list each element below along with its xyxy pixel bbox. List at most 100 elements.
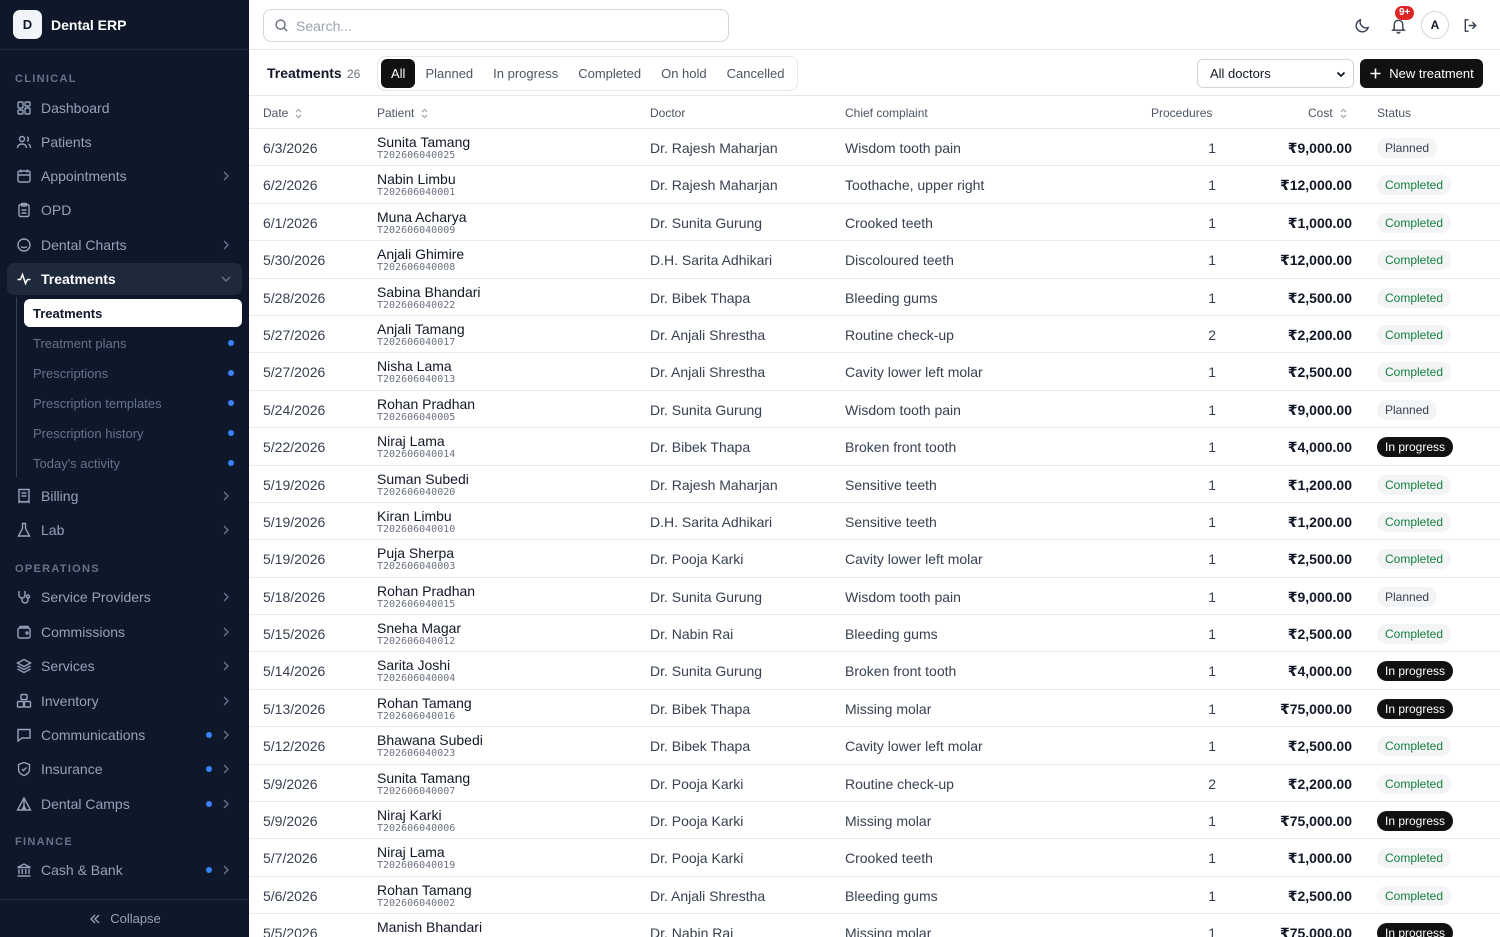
logout-button[interactable] <box>1457 12 1483 38</box>
table-row[interactable]: 5/14/2026 Sarita Joshi T202606040004 Dr. Su… <box>249 652 1500 690</box>
cell-patient-name[interactable]: Rohan Pradhan <box>377 583 475 599</box>
brand-name: Dental ERP <box>51 16 127 33</box>
cell-patient-name[interactable]: Rohan Tamang <box>377 695 472 711</box>
sidebar-item-dental-camps[interactable]: Dental Camps <box>7 788 242 820</box>
section-title-clinical: CLINICAL <box>15 73 77 85</box>
tab-completed[interactable]: Completed <box>568 59 651 88</box>
table-row[interactable]: 5/22/2026 Niraj Lama T202606040014 Dr. Bibe… <box>249 428 1500 466</box>
cell-doctor: Dr. Sunita Gurung <box>650 401 763 418</box>
cell-patient-name[interactable]: Niraj Lama <box>377 433 445 449</box>
table-row[interactable]: 5/19/2026 Kiran Limbu T202606040010 D.H. Sa… <box>249 503 1500 541</box>
sidebar-item-dental-charts[interactable]: Dental Charts <box>7 229 242 261</box>
table-row[interactable]: 6/3/2026 Sunita Tamang T202606040025 Dr. Ra… <box>249 129 1500 167</box>
column-header-cost[interactable]: Cost <box>1308 106 1348 120</box>
table-row[interactable]: 5/9/2026 Sunita Tamang T202606040007 Dr. Po… <box>249 765 1500 803</box>
cell-patient-name[interactable]: Nabin Limbu <box>377 171 456 187</box>
column-header-patient[interactable]: Patient <box>377 106 429 120</box>
sidebar-item-insurance[interactable]: Insurance <box>7 753 242 785</box>
table-row[interactable]: 5/27/2026 Nisha Lama T202606040013 Dr. Anja… <box>249 353 1500 391</box>
cell-date: 5/27/2026 <box>263 364 326 381</box>
table-row[interactable]: 5/6/2026 Rohan Tamang T202606040002 Dr. Anj… <box>249 877 1500 915</box>
cell-patient-name[interactable]: Rohan Tamang <box>377 882 472 898</box>
sidebar-item-label: Services <box>41 658 95 674</box>
table-row[interactable]: 5/5/2026 Manish Bhandari Dr. Nabin Rai Miss… <box>249 914 1500 937</box>
table-row[interactable]: 5/15/2026 Sneha Magar T202606040012 Dr. Nab… <box>249 615 1500 653</box>
cell-patient-name[interactable]: Sabina Bhandari <box>377 284 481 300</box>
table-row[interactable]: 6/2/2026 Nabin Limbu T202606040001 Dr. Raje… <box>249 166 1500 204</box>
sidebar-item-services[interactable]: Services <box>7 650 242 682</box>
cell-patient-name[interactable]: Nisha Lama <box>377 358 452 374</box>
cell-patient-id: T202606040022 <box>377 299 456 311</box>
cell-patient-name[interactable]: Suman Subedi <box>377 471 469 487</box>
table-row[interactable]: 5/24/2026 Rohan Pradhan T202606040005 Dr. S… <box>249 391 1500 429</box>
submenu-item-prescriptions[interactable]: Prescriptions <box>24 359 242 387</box>
table-row[interactable]: 5/19/2026 Suman Subedi T202606040020 Dr. Ra… <box>249 466 1500 503</box>
cell-patient-name[interactable]: Niraj Karki <box>377 807 442 823</box>
table-row[interactable]: 5/28/2026 Sabina Bhandari T202606040022 Dr.… <box>249 279 1500 316</box>
sidebar-item-communications[interactable]: Communications <box>7 719 242 751</box>
cell-patient-name[interactable]: Sunita Tamang <box>377 134 470 150</box>
tab-all[interactable]: All <box>381 59 416 88</box>
sidebar-item-lab[interactable]: Lab <box>7 514 242 546</box>
cell-doctor: Dr. Bibek Thapa <box>650 289 751 306</box>
sidebar-item-opd[interactable]: OPD <box>7 194 242 226</box>
sidebar-item-patients[interactable]: Patients <box>7 126 242 158</box>
cell-cost: ₹2,500.00 <box>1287 364 1352 381</box>
table-row[interactable]: 5/27/2026 Anjali Tamang T202606040017 Dr. A… <box>249 316 1500 354</box>
tab-in-progress[interactable]: In progress <box>483 59 568 88</box>
sidebar-item-dashboard[interactable]: Dashboard <box>7 92 242 124</box>
column-header-date[interactable]: Date <box>263 106 303 120</box>
doctor-filter-select[interactable]: All doctors <box>1197 59 1354 88</box>
status-badge: Completed <box>1377 175 1452 196</box>
submenu-item-treatment-plans[interactable]: Treatment plans <box>24 329 242 357</box>
cell-patient-name[interactable]: Sarita Joshi <box>377 657 450 673</box>
theme-toggle-button[interactable] <box>1349 12 1375 38</box>
cell-patient-name[interactable]: Manish Bhandari <box>377 919 482 935</box>
cell-patient-id: T202606040013 <box>377 374 456 386</box>
cell-patient-name[interactable]: Bhawana Subedi <box>377 732 483 748</box>
submenu-item-prescription-templates[interactable]: Prescription templates <box>24 389 242 417</box>
cell-patient-name[interactable]: Anjali Ghimire <box>377 246 464 262</box>
table-row[interactable]: 5/30/2026 Anjali Ghimire T202606040008 D.H.… <box>249 241 1500 279</box>
table-row[interactable]: 5/18/2026 Rohan Pradhan T202606040015 Dr. S… <box>249 578 1500 616</box>
sidebar-item-commissions[interactable]: Commissions <box>7 616 242 648</box>
submenu-item-todays-activity[interactable]: Today's activity <box>24 449 242 477</box>
cell-doctor: Dr. Rajesh Maharjan <box>650 177 778 194</box>
sidebar-item-appointments[interactable]: Appointments <box>7 160 242 192</box>
search-input[interactable] <box>296 17 716 34</box>
sidebar-item-treatments[interactable]: Treatments <box>7 263 242 295</box>
cell-patient-name[interactable]: Sunita Tamang <box>377 770 470 786</box>
cell-date: 5/15/2026 <box>263 626 326 643</box>
tab-cancelled[interactable]: Cancelled <box>717 59 795 88</box>
search-box[interactable] <box>263 9 729 42</box>
table-row[interactable]: 6/1/2026 Muna Acharya T202606040009 Dr. Sun… <box>249 204 1500 242</box>
table-row[interactable]: 5/9/2026 Niraj Karki T202606040006 Dr. Pooj… <box>249 802 1500 840</box>
submenu-item-treatments[interactable]: Treatments <box>24 299 242 327</box>
cell-patient-name[interactable]: Muna Acharya <box>377 209 467 225</box>
avatar[interactable]: A <box>1421 11 1449 39</box>
submenu-item-prescription-history[interactable]: Prescription history <box>24 419 242 447</box>
users-icon <box>16 134 32 150</box>
brand[interactable]: D Dental ERP <box>0 0 249 50</box>
table-row[interactable]: 5/13/2026 Rohan Tamang T202606040016 Dr. Bi… <box>249 690 1500 728</box>
sidebar-item-service-providers[interactable]: Service Providers <box>7 581 242 613</box>
cell-patient-name[interactable]: Rohan Pradhan <box>377 396 475 412</box>
cell-complaint: Cavity lower left molar <box>845 551 983 568</box>
tab-on-hold[interactable]: On hold <box>651 59 717 88</box>
sidebar-item-inventory[interactable]: Inventory <box>7 685 242 717</box>
table-row[interactable]: 5/7/2026 Niraj Lama T202606040019 Dr. Pooja… <box>249 839 1500 877</box>
cell-patient-name[interactable]: Puja Sherpa <box>377 545 454 561</box>
table-row[interactable]: 5/19/2026 Puja Sherpa T202606040003 Dr. Poo… <box>249 540 1500 578</box>
tab-planned[interactable]: Planned <box>415 59 483 88</box>
sidebar-item-billing[interactable]: Billing <box>7 480 242 512</box>
sidebar-item-cash-bank[interactable]: Cash & Bank <box>7 854 242 886</box>
collapse-button[interactable]: Collapse <box>0 899 249 937</box>
new-treatment-button[interactable]: New treatment <box>1360 59 1483 88</box>
cell-patient-name[interactable]: Anjali Tamang <box>377 321 465 337</box>
table-row[interactable]: 5/12/2026 Bhawana Subedi T202606040023 Dr. … <box>249 727 1500 765</box>
submenu-label: Prescriptions <box>33 365 109 381</box>
cell-patient-name[interactable]: Sneha Magar <box>377 620 461 636</box>
cell-patient-name[interactable]: Niraj Lama <box>377 844 445 860</box>
cell-cost: ₹9,000.00 <box>1287 140 1352 156</box>
cell-patient-name[interactable]: Kiran Limbu <box>377 508 452 524</box>
